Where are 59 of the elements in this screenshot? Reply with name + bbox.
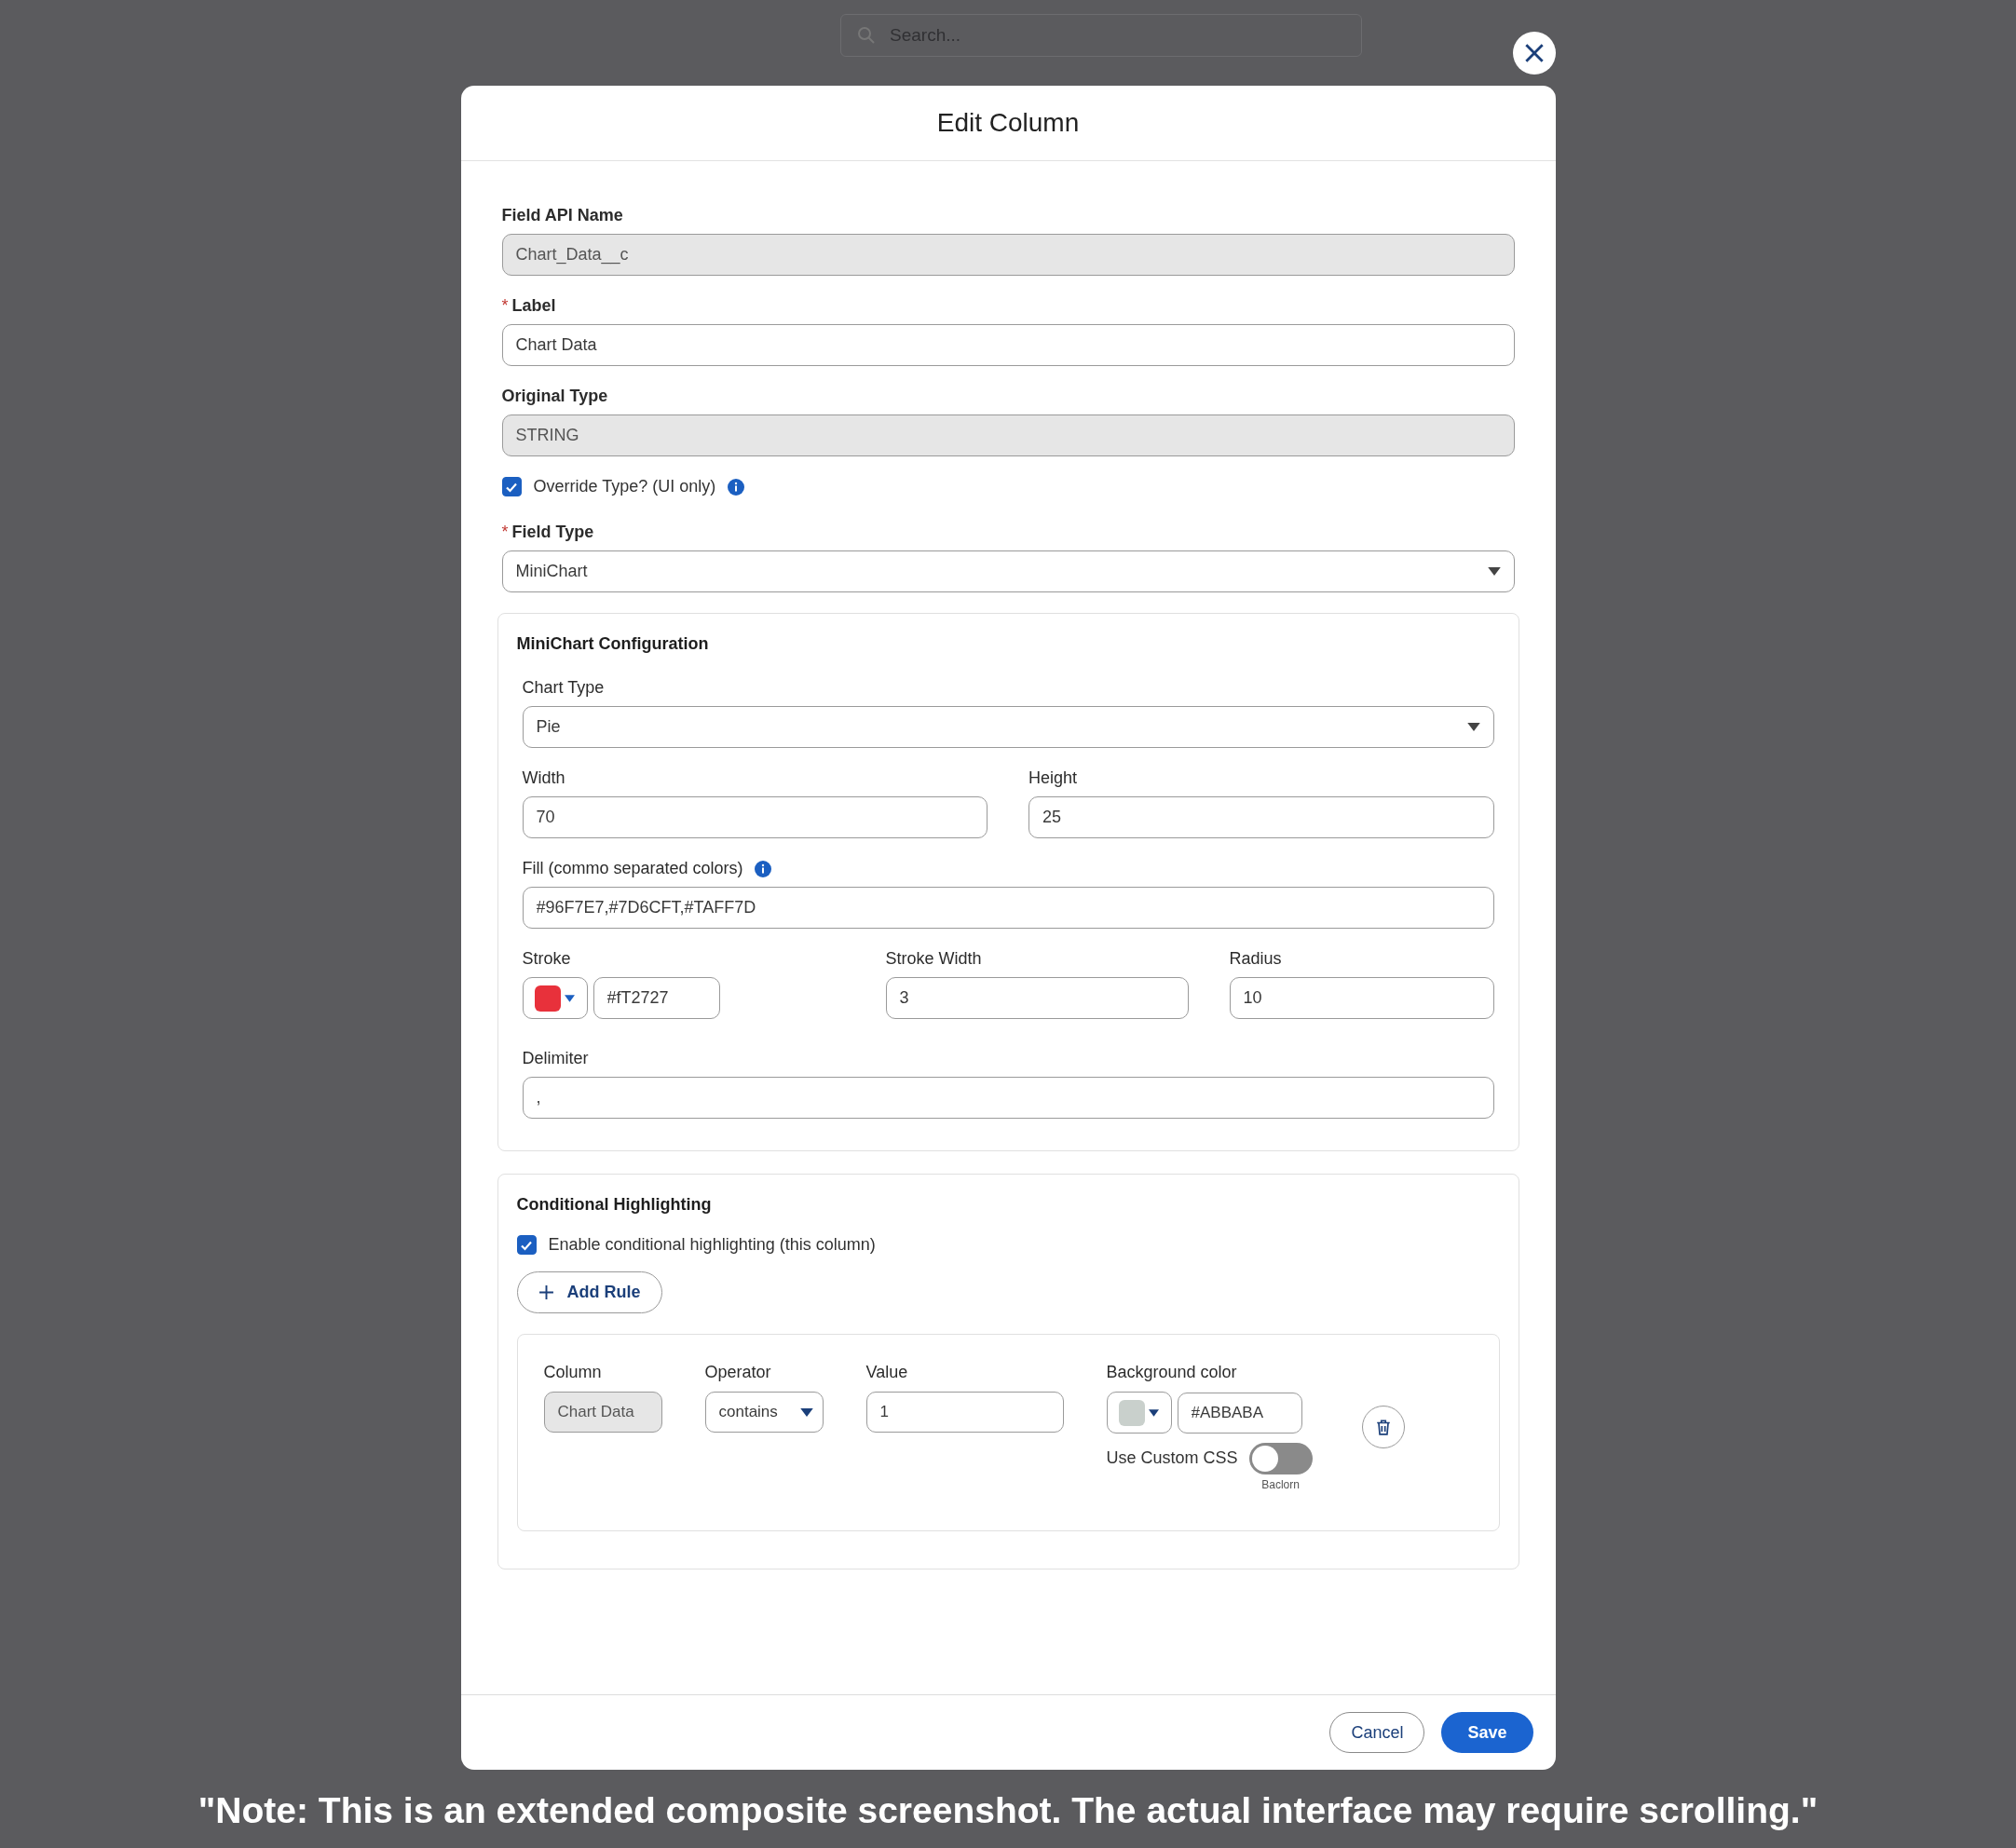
radius-field[interactable]: 10 bbox=[1229, 977, 1494, 1019]
toggle-switch[interactable] bbox=[1248, 1443, 1313, 1474]
field-label: Width bbox=[522, 768, 566, 788]
stroke-width-field[interactable]: 3 bbox=[885, 977, 1189, 1019]
plus-icon bbox=[538, 1284, 554, 1300]
checkbox[interactable] bbox=[516, 1235, 537, 1255]
dialog-title: Edit Column bbox=[936, 108, 1080, 138]
info-icon bbox=[754, 860, 771, 877]
field-label: Delimiter bbox=[522, 1049, 590, 1068]
stroke-color-field[interactable]: #fT2727 bbox=[593, 977, 720, 1019]
caret-icon bbox=[565, 994, 575, 1002]
value-field[interactable]: 1 bbox=[865, 1392, 1064, 1433]
caption-note: "Note: This is an extended composite screenshot. The actual interface may require scrolling." bbox=[198, 1790, 1818, 1831]
section-title: Conditional Highlighting bbox=[516, 1195, 713, 1215]
search-icon bbox=[857, 25, 876, 45]
text-field[interactable]: Chart Data bbox=[501, 324, 1515, 366]
field-label: Column bbox=[543, 1363, 603, 1382]
color-picker-button[interactable] bbox=[522, 977, 588, 1019]
toggle-caption: Baclorn bbox=[1261, 1478, 1300, 1491]
field-label: Field Type bbox=[511, 523, 594, 541]
operator-dropdown[interactable]: contains bbox=[704, 1392, 824, 1433]
trash-icon bbox=[1374, 1419, 1392, 1435]
add-rule-button[interactable]: Add Rule bbox=[516, 1271, 662, 1313]
field-label: Background color bbox=[1106, 1363, 1238, 1382]
field-label: Radius bbox=[1229, 949, 1283, 969]
color-picker-button[interactable] bbox=[1106, 1392, 1172, 1434]
toggle-label: Use Custom CSS bbox=[1106, 1448, 1238, 1468]
field-label: Height bbox=[1028, 768, 1079, 788]
section-title: MiniChart Configuration bbox=[516, 634, 710, 654]
field-label: Stroke bbox=[522, 949, 572, 969]
field-label: Original Type bbox=[501, 387, 608, 405]
checkbox-label: Enable conditional highlighting (this column) bbox=[548, 1235, 876, 1255]
field-label: Stroke Width bbox=[885, 949, 983, 969]
field-label: Operator bbox=[704, 1363, 772, 1382]
field-label: Field API Name bbox=[501, 206, 623, 224]
required-mark: * bbox=[501, 523, 509, 541]
checkbox[interactable] bbox=[501, 477, 522, 496]
chart-type-dropdown[interactable]: Pie bbox=[522, 706, 1494, 748]
field-label: Label bbox=[511, 296, 556, 315]
info-icon bbox=[728, 478, 745, 496]
field-label: Fill (commo separated colors) bbox=[522, 859, 743, 878]
delimiter-field[interactable]: , bbox=[522, 1077, 1494, 1119]
field-type-dropdown[interactable]: MiniChart bbox=[501, 550, 1515, 592]
delete-button[interactable] bbox=[1361, 1406, 1405, 1448]
width-field[interactable]: 70 bbox=[522, 796, 988, 838]
field-label: Chart Type bbox=[522, 678, 606, 698]
caret-icon bbox=[1149, 1408, 1159, 1417]
cancel-button[interactable]: Cancel bbox=[1329, 1712, 1425, 1753]
required-mark: * bbox=[501, 296, 509, 315]
caret-icon bbox=[799, 1407, 813, 1417]
field-label: Value bbox=[865, 1363, 909, 1382]
checkbox-label: Override Type? (UI only) bbox=[533, 477, 716, 496]
height-field[interactable]: 25 bbox=[1028, 796, 1494, 838]
background-color-field[interactable]: #ABBABA bbox=[1177, 1392, 1302, 1434]
save-button[interactable]: Save bbox=[1441, 1712, 1533, 1753]
close-button[interactable] bbox=[1512, 32, 1556, 75]
caret-icon bbox=[1466, 723, 1480, 731]
fill-colors-field[interactable]: #96F7E7,#7D6CFT,#TAFF7D bbox=[522, 887, 1494, 929]
caret-icon bbox=[1487, 567, 1501, 576]
